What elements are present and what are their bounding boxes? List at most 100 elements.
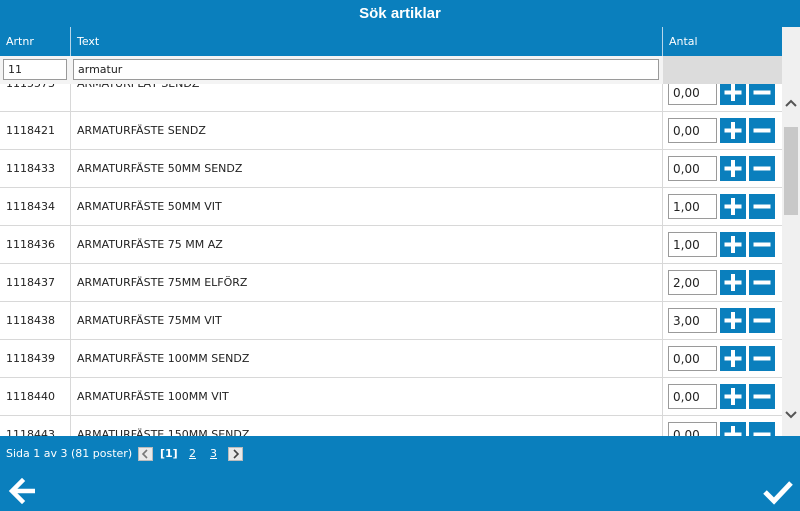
- minus-icon: [753, 280, 771, 285]
- artnr-cell: 1118433: [0, 150, 71, 187]
- plus-icon: [724, 84, 742, 101]
- minus-icon: [753, 166, 771, 171]
- minus-button[interactable]: [749, 194, 775, 219]
- plus-button[interactable]: [720, 232, 746, 257]
- page-title: Sök artiklar: [0, 0, 800, 27]
- quantity-input[interactable]: [668, 232, 717, 257]
- quantity-input[interactable]: [668, 194, 717, 219]
- plus-icon: [724, 274, 742, 291]
- vertical-scrollbar[interactable]: [782, 27, 800, 436]
- table-row[interactable]: 1118443 ARMATURFÄSTE 150MM SENDZ: [0, 416, 782, 436]
- minus-button[interactable]: [749, 156, 775, 181]
- plus-icon: [724, 122, 742, 139]
- quantity-input[interactable]: [668, 156, 717, 181]
- plus-icon: [724, 198, 742, 215]
- plus-button[interactable]: [720, 308, 746, 333]
- artnr-filter-input[interactable]: [3, 59, 67, 80]
- plus-icon: [724, 312, 742, 329]
- text-cell: ARMATURFÄSTE 100MM VIT: [71, 378, 663, 415]
- antal-filter-cell: [663, 56, 782, 84]
- column-header-text[interactable]: Text: [71, 27, 663, 56]
- page-link-3[interactable]: 3: [210, 446, 217, 462]
- plus-button[interactable]: [720, 118, 746, 143]
- plus-button[interactable]: [720, 194, 746, 219]
- column-header-antal[interactable]: Antal: [663, 27, 782, 56]
- minus-button[interactable]: [749, 232, 775, 257]
- next-page-button[interactable]: [228, 447, 243, 461]
- table-row[interactable]: 1118439 ARMATURFÄSTE 100MM SENDZ: [0, 340, 782, 378]
- table-row[interactable]: 1118434 ARMATURFÄSTE 50MM VIT: [0, 188, 782, 226]
- plus-button[interactable]: [720, 84, 746, 105]
- table-row[interactable]: 1118421 ARMATURFÄSTE SENDZ: [0, 112, 782, 150]
- plus-button[interactable]: [720, 422, 746, 436]
- pager-info: Sida 1 av 3 (81 poster): [6, 447, 133, 460]
- minus-icon: [753, 90, 771, 95]
- artnr-cell: 1118438: [0, 302, 71, 339]
- back-button[interactable]: [8, 477, 38, 505]
- minus-icon: [753, 242, 771, 247]
- minus-icon: [753, 128, 771, 133]
- page-link-2[interactable]: 2: [189, 446, 196, 462]
- minus-button[interactable]: [749, 270, 775, 295]
- quantity-input[interactable]: [668, 308, 717, 333]
- plus-icon: [724, 388, 742, 405]
- quantity-input[interactable]: [668, 384, 717, 409]
- plus-button[interactable]: [720, 270, 746, 295]
- scroll-up-button[interactable]: [782, 95, 800, 113]
- quantity-input[interactable]: [668, 118, 717, 143]
- plus-icon: [724, 160, 742, 177]
- text-cell: ARMATURFÄSTE 75MM ELFÖRZ: [71, 264, 663, 301]
- confirm-button[interactable]: [762, 478, 794, 506]
- text-cell: ARMATURFÄSTE 100MM SENDZ: [71, 340, 663, 377]
- filter-row: [0, 56, 782, 84]
- artnr-cell: 1118436: [0, 226, 71, 263]
- table-row[interactable]: 1115573 ARMATURPLÅT SENDZ: [0, 84, 782, 112]
- quantity-input[interactable]: [668, 84, 717, 105]
- minus-button[interactable]: [749, 346, 775, 371]
- text-filter-input[interactable]: [73, 59, 659, 80]
- artnr-cell: 1115573: [0, 84, 71, 111]
- minus-icon: [753, 204, 771, 209]
- plus-button[interactable]: [720, 346, 746, 371]
- plus-button[interactable]: [720, 384, 746, 409]
- minus-button[interactable]: [749, 422, 775, 436]
- artnr-cell: 1118439: [0, 340, 71, 377]
- prev-page-button[interactable]: [138, 447, 153, 461]
- footer-bar: Sida 1 av 3 (81 poster) [1] 2 3: [0, 436, 800, 511]
- table-header: Artnr Text Antal: [0, 27, 782, 56]
- text-cell: ARMATURFÄSTE 75MM VIT: [71, 302, 663, 339]
- scroll-thumb[interactable]: [784, 127, 798, 215]
- chevron-right-icon: [233, 449, 240, 459]
- quantity-input[interactable]: [668, 270, 717, 295]
- minus-button[interactable]: [749, 84, 775, 105]
- scroll-down-button[interactable]: [782, 405, 800, 423]
- minus-button[interactable]: [749, 384, 775, 409]
- table-row[interactable]: 1118433 ARMATURFÄSTE 50MM SENDZ: [0, 150, 782, 188]
- plus-icon: [724, 426, 742, 436]
- quantity-input[interactable]: [668, 422, 717, 436]
- artnr-cell: 1118437: [0, 264, 71, 301]
- text-cell: ARMATURFÄSTE 75 MM AZ: [71, 226, 663, 263]
- checkmark-icon: [763, 481, 793, 505]
- artnr-cell: 1118434: [0, 188, 71, 225]
- text-cell: ARMATURFÄSTE 50MM VIT: [71, 188, 663, 225]
- text-cell: ARMATURPLÅT SENDZ: [71, 84, 663, 111]
- minus-button[interactable]: [749, 118, 775, 143]
- plus-button[interactable]: [720, 156, 746, 181]
- plus-icon: [724, 350, 742, 367]
- table-row[interactable]: 1118437 ARMATURFÄSTE 75MM ELFÖRZ: [0, 264, 782, 302]
- column-header-artnr[interactable]: Artnr: [0, 27, 71, 56]
- quantity-input[interactable]: [668, 346, 717, 371]
- minus-icon: [753, 394, 771, 399]
- table-row[interactable]: 1118436 ARMATURFÄSTE 75 MM AZ: [0, 226, 782, 264]
- text-cell: ARMATURFÄSTE 50MM SENDZ: [71, 150, 663, 187]
- article-list[interactable]: 1115573 ARMATURPLÅT SENDZ 1118421 ARMATU…: [0, 84, 782, 436]
- minus-button[interactable]: [749, 308, 775, 333]
- text-cell: ARMATURFÄSTE SENDZ: [71, 112, 663, 149]
- minus-icon: [753, 356, 771, 361]
- table-row[interactable]: 1118440 ARMATURFÄSTE 100MM VIT: [0, 378, 782, 416]
- artnr-cell: 1118421: [0, 112, 71, 149]
- page-link-1[interactable]: [1]: [160, 446, 178, 462]
- minus-icon: [753, 318, 771, 323]
- table-row[interactable]: 1118438 ARMATURFÄSTE 75MM VIT: [0, 302, 782, 340]
